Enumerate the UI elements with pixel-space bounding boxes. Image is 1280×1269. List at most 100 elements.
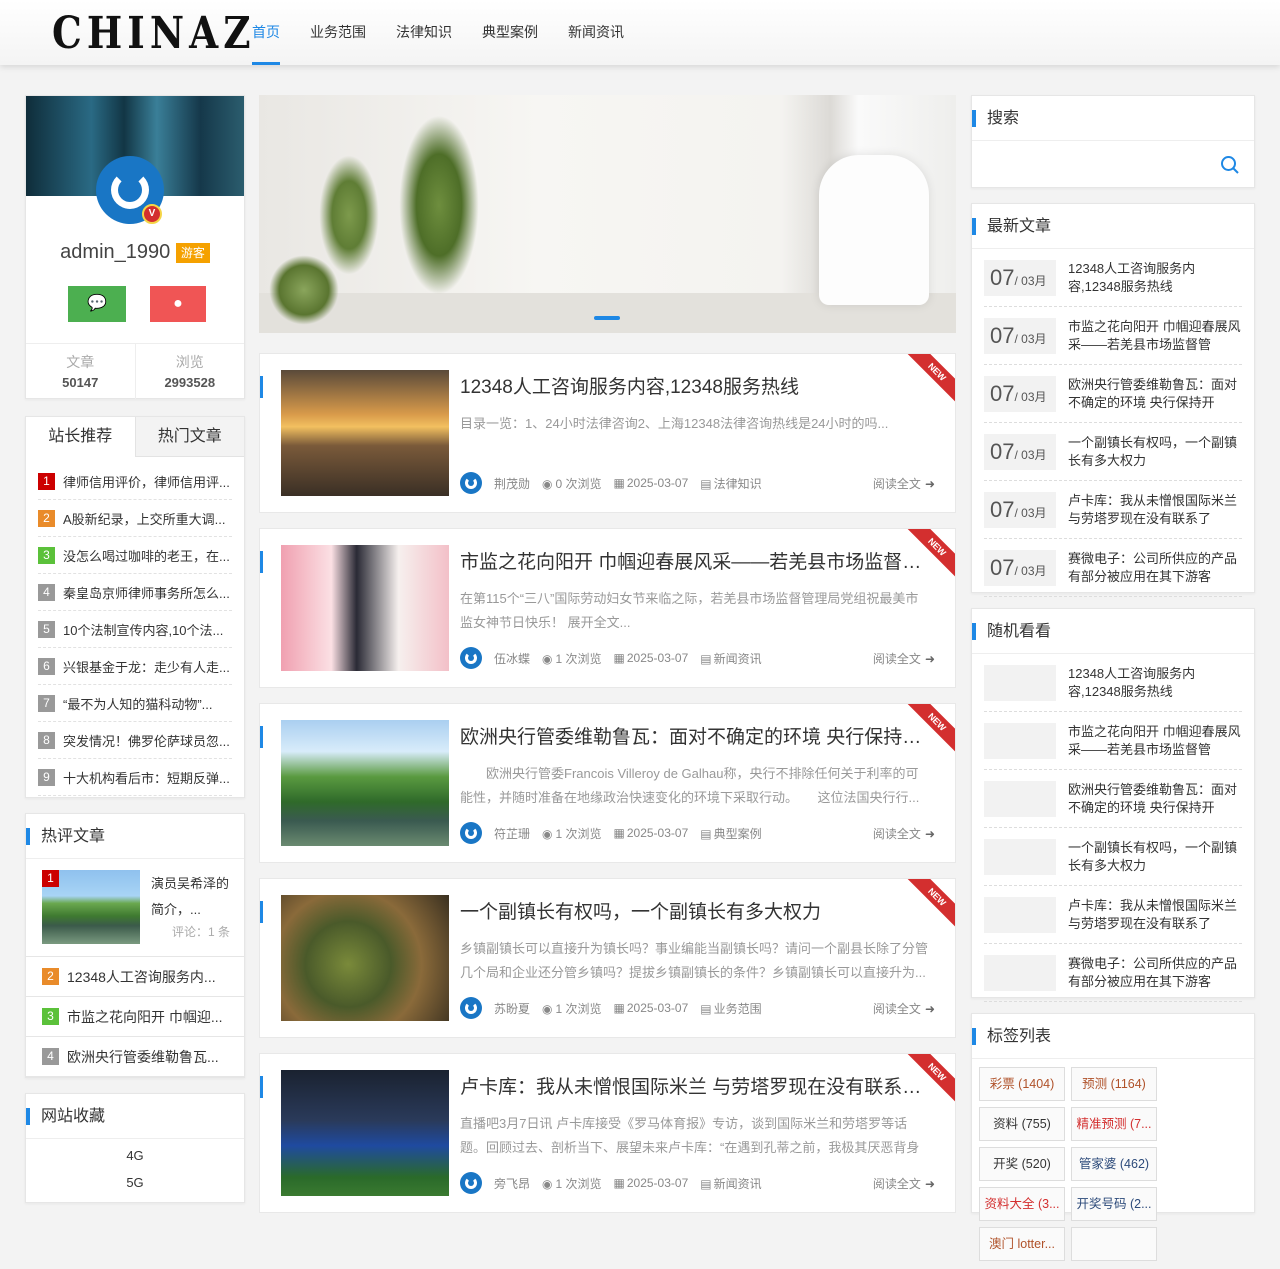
latest-panel: 最新文章 07/ 03月 12348人工咨询服务内容,12348服务热线 07/ 0… <box>971 203 1255 597</box>
tag-chip[interactable]: 预测 (1164) <box>1071 1067 1157 1101</box>
nav-news[interactable]: 新闻资讯 <box>568 0 624 65</box>
post-title[interactable]: 一个副镇长有权吗，一个副镇长有多大权力 <box>460 897 938 924</box>
post-category[interactable]: ▤ 新闻资讯 <box>700 1175 761 1192</box>
dated-list-item[interactable]: 07/ 03月 一个副镇长有权吗，一个副镇长有多大权力 <box>984 423 1242 481</box>
read-more-link[interactable]: 阅读全文 ➜ <box>873 1175 935 1192</box>
carousel-indicator[interactable] <box>594 316 620 320</box>
hot-comment-title: 演员吴希泽的简介，... <box>151 876 230 917</box>
author-avatar[interactable] <box>460 1172 482 1194</box>
tag-chip[interactable]: 资料 (755) <box>979 1107 1065 1141</box>
read-more-link[interactable]: 阅读全文 ➜ <box>873 475 935 492</box>
dated-list-item[interactable]: 市监之花向阳开 巾帼迎春展风采——若羌县市场监督管 <box>984 712 1242 770</box>
site-logo[interactable]: CHINAZ <box>52 8 256 59</box>
tag-chip[interactable]: 彩票 (1404) <box>979 1067 1065 1101</box>
tab-recommend[interactable]: 站长推荐 <box>26 417 135 457</box>
list-icon: ▤ <box>700 1001 712 1016</box>
search-input[interactable] <box>972 142 1212 187</box>
list-item[interactable]: 8 突发情况！佛罗伦萨球员忽... <box>38 722 232 759</box>
list-item[interactable]: 7 “最不为人知的猫科动物”... <box>38 685 232 722</box>
list-item-title: 欧洲央行管委维勒鲁瓦... <box>67 1048 219 1065</box>
dated-list-item[interactable]: 欧洲央行管委维勒鲁瓦：面对不确定的环境 央行保持开 <box>984 770 1242 828</box>
vip-badge-icon: V <box>142 204 162 224</box>
read-more-link[interactable]: 阅读全文 ➜ <box>873 825 935 842</box>
tag-chip[interactable]: 精准预测 (7... <box>1071 1107 1157 1141</box>
author-avatar[interactable] <box>460 997 482 1019</box>
read-more-link[interactable]: 阅读全文 ➜ <box>873 650 935 667</box>
hot-comment-first[interactable]: 1 演员吴希泽的简介，... 评论：1 条 <box>26 859 244 957</box>
tag-chip[interactable]: 管家婆 (462) <box>1071 1147 1157 1181</box>
post-title[interactable]: 12348人工咨询服务内容,12348服务热线 <box>460 372 938 399</box>
post-author[interactable]: 荆茂勋 <box>494 475 530 492</box>
post-author[interactable]: 旁飞昂 <box>494 1175 530 1192</box>
author-avatar[interactable] <box>460 647 482 669</box>
list-item[interactable]: 2 A股新纪录，上交所重大调... <box>38 500 232 537</box>
dated-list-item[interactable]: 07/ 03月 卢卡库：我从未憎恨国际米兰 与劳塔罗现在没有联系了 <box>984 481 1242 539</box>
wechat-button[interactable]: 💬 <box>68 286 126 322</box>
stat-label: 浏览 <box>175 354 204 370</box>
panel-title: 随机看看 <box>972 609 1254 654</box>
dated-list-item[interactable]: 赛微电子：公司所供应的产品有部分被应用在其下游客 <box>984 944 1242 1002</box>
post-author[interactable]: 伍冰蝶 <box>494 650 530 667</box>
list-item-title: 突发情况！佛罗伦萨球员忽... <box>63 733 230 749</box>
tag-chip[interactable]: 开奖号码 (2... <box>1071 1187 1157 1221</box>
post-title[interactable]: 市监之花向阳开 巾帼迎春展风采——若羌县市场监督管理... <box>460 547 938 574</box>
calendar-icon: ▦ <box>613 1001 625 1015</box>
search-icon[interactable] <box>1220 155 1240 175</box>
qq-button[interactable]: ● <box>150 286 206 322</box>
list-item-title: 市监之花向阳开 巾帼迎... <box>67 1008 223 1025</box>
tag-chip[interactable]: 资料大全 (3... <box>979 1187 1065 1221</box>
post-views: ◉ 0 次浏览 <box>542 475 602 492</box>
post-thumbnail[interactable] <box>281 720 449 846</box>
tag-chip[interactable]: 开奖 (520) <box>979 1147 1065 1181</box>
list-item[interactable]: 3 市监之花向阳开 巾帼迎... <box>26 997 244 1037</box>
nav-home[interactable]: 首页 <box>252 0 280 65</box>
post-thumbnail[interactable] <box>281 370 449 496</box>
list-item-title: 律师信用评价，律师信用评... <box>63 474 230 490</box>
list-item[interactable]: 1 律师信用评价，律师信用评... <box>38 463 232 500</box>
list-item[interactable]: 3 没怎么喝过咖啡的老王，在... <box>38 537 232 574</box>
post-thumbnail[interactable] <box>281 1070 449 1196</box>
nav-business[interactable]: 业务范围 <box>310 0 366 65</box>
list-item[interactable]: 2 12348人工咨询服务内... <box>26 957 244 997</box>
nav-law[interactable]: 法律知识 <box>396 0 452 65</box>
arrow-circle-icon: ➜ <box>924 476 935 491</box>
post-category[interactable]: ▤ 新闻资讯 <box>700 650 761 667</box>
list-item[interactable]: 4 欧洲央行管委维勒鲁瓦... <box>26 1037 244 1077</box>
dated-list-item[interactable]: 12348人工咨询服务内容,12348服务热线 <box>984 654 1242 712</box>
post-title[interactable]: 卢卡库：我从未憎恨国际米兰 与劳塔罗现在没有联系了 他... <box>460 1072 938 1099</box>
eye-icon: ◉ <box>542 651 553 666</box>
tag-chip[interactable]: 澳门 lotter... <box>979 1227 1065 1261</box>
accent-bar <box>260 901 263 923</box>
post-author[interactable]: 符芷珊 <box>494 825 530 842</box>
recommend-list: 1 律师信用评价，律师信用评... 2 A股新纪录，上交所重大调... 3 没怎么喝过咖啡… <box>26 457 244 796</box>
day: 07 <box>990 438 1015 464</box>
tab-hot[interactable]: 热门文章 <box>134 417 244 457</box>
author-avatar[interactable] <box>460 472 482 494</box>
list-item[interactable]: 5 10个法制宣传内容,10个法... <box>38 611 232 648</box>
favorite-link[interactable]: 4G <box>26 1139 244 1173</box>
post-thumbnail[interactable] <box>281 545 449 671</box>
post-category[interactable]: ▤ 典型案例 <box>700 825 761 842</box>
hero-banner[interactable] <box>259 95 956 333</box>
post-title[interactable]: 欧洲央行管委维勒鲁瓦：面对不确定的环境 央行保持开放... <box>460 722 938 749</box>
post-author[interactable]: 苏盼夏 <box>494 1000 530 1017</box>
post-thumbnail[interactable] <box>281 895 449 1021</box>
post-category[interactable]: ▤ 法律知识 <box>700 475 761 492</box>
read-more-link[interactable]: 阅读全文 ➜ <box>873 1000 935 1017</box>
post-category[interactable]: ▤ 业务范围 <box>700 1000 761 1017</box>
dated-list-item[interactable]: 07/ 03月 赛微电子：公司所供应的产品有部分被应用在其下游客 <box>984 539 1242 597</box>
list-item-title: 欧洲央行管委维勒鲁瓦：面对不确定的环境 央行保持开 <box>1068 781 1238 815</box>
tag-chip[interactable] <box>1071 1227 1157 1261</box>
dated-list-item[interactable]: 07/ 03月 欧洲央行管委维勒鲁瓦：面对不确定的环境 央行保持开 <box>984 365 1242 423</box>
list-item[interactable]: 6 兴银基金于龙：走少有人走... <box>38 648 232 685</box>
author-avatar[interactable] <box>460 822 482 844</box>
role-badge: 游客 <box>175 243 210 264</box>
dated-list-item[interactable]: 一个副镇长有权吗，一个副镇长有多大权力 <box>984 828 1242 886</box>
nav-cases[interactable]: 典型案例 <box>482 0 538 65</box>
favorite-link[interactable]: 5G <box>26 1173 244 1190</box>
dated-list-item[interactable]: 07/ 03月 市监之花向阳开 巾帼迎春展风采——若羌县市场监督管 <box>984 307 1242 365</box>
list-item[interactable]: 4 秦皇岛京师律师事务所怎么... <box>38 574 232 611</box>
list-item[interactable]: 9 十大机构看后市：短期反弹... <box>38 759 232 796</box>
dated-list-item[interactable]: 卢卡库：我从未憎恨国际米兰 与劳塔罗现在没有联系了 <box>984 886 1242 944</box>
dated-list-item[interactable]: 07/ 03月 12348人工咨询服务内容,12348服务热线 <box>984 249 1242 307</box>
